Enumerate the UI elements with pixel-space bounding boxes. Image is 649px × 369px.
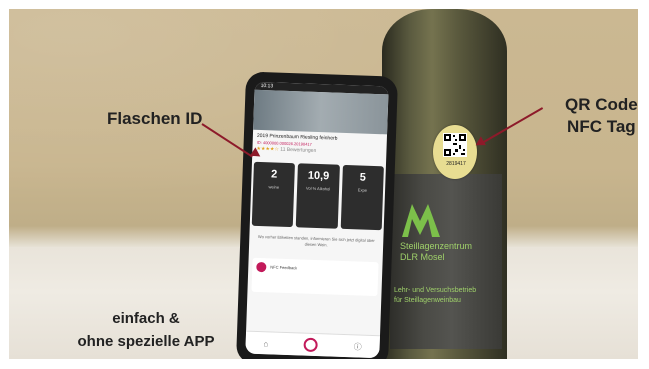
smartphone: 10:13 2019 Prinzenbaum Riesling feinherb… (235, 71, 399, 359)
card-label: Expe (357, 187, 368, 193)
image-frame: Steillagenzentrum DLR Mosel Lehr- und Ve… (0, 0, 649, 369)
home-icon[interactable]: ⌂ (263, 339, 268, 348)
card-value: 5 (359, 171, 367, 184)
bottom-nav: ⌂ ⓘ (245, 330, 381, 359)
steillagen-logo-icon (402, 204, 440, 237)
card-value: 10,9 (307, 169, 330, 183)
info-icon[interactable]: ⓘ (354, 341, 362, 352)
card-value: 2 (270, 168, 278, 181)
bottle-label-line1: Steillagenzentrum (400, 241, 473, 251)
annotation-qr-line2: NFC Tag (567, 117, 636, 136)
annotation-app-line2: ohne spezielle APP (77, 333, 215, 350)
rating-text: 11 Bewertungen (280, 146, 317, 154)
qr-number: 2819417 (446, 161, 466, 167)
info-text: Wo vorher Etiketten standen, informieren… (257, 233, 375, 248)
card-label: weine (268, 184, 280, 190)
product-photo: Steillagenzentrum DLR Mosel Lehr- und Ve… (9, 9, 638, 359)
card-label: Vol % Alkohol (305, 185, 331, 192)
feedback-icon (256, 261, 267, 273)
bottle-label-line4: für Steillagenweinbau (394, 297, 461, 304)
annotation-bottle-id: Flaschen ID (107, 109, 203, 128)
annotation-app: einfach & ohne spezielle APP (71, 307, 221, 353)
bottle-label-line2: DLR Mosel (400, 252, 445, 262)
wine-bottle: Steillagenzentrum DLR Mosel Lehr- und Ve… (382, 9, 507, 359)
annotation-app-line1: einfach & (112, 310, 180, 327)
hero-image (253, 89, 389, 135)
qr-code-icon (443, 133, 467, 157)
feedback-title: NFC Feedback (270, 264, 298, 271)
info-card[interactable]: 2 weine (251, 161, 296, 228)
info-card[interactable]: 10,9 Vol % Alkohol (296, 163, 340, 229)
phone-screen: 10:13 2019 Prinzenbaum Riesling feinherb… (245, 81, 389, 359)
feedback-box[interactable]: NFC Feedback (251, 257, 379, 297)
annotation-qr-line1: QR Code (565, 95, 638, 114)
info-card[interactable]: 5 Expe (340, 164, 384, 231)
annotation-qr-nfc: QR Code NFC Tag (565, 94, 638, 138)
info-cards: 2 weine 10,9 Vol % Alkohol 5 Expe (250, 152, 387, 231)
bottle-label-line3: Lehr- und Versuchsbetrieb (394, 287, 477, 294)
qr-scan-button[interactable] (303, 337, 319, 353)
